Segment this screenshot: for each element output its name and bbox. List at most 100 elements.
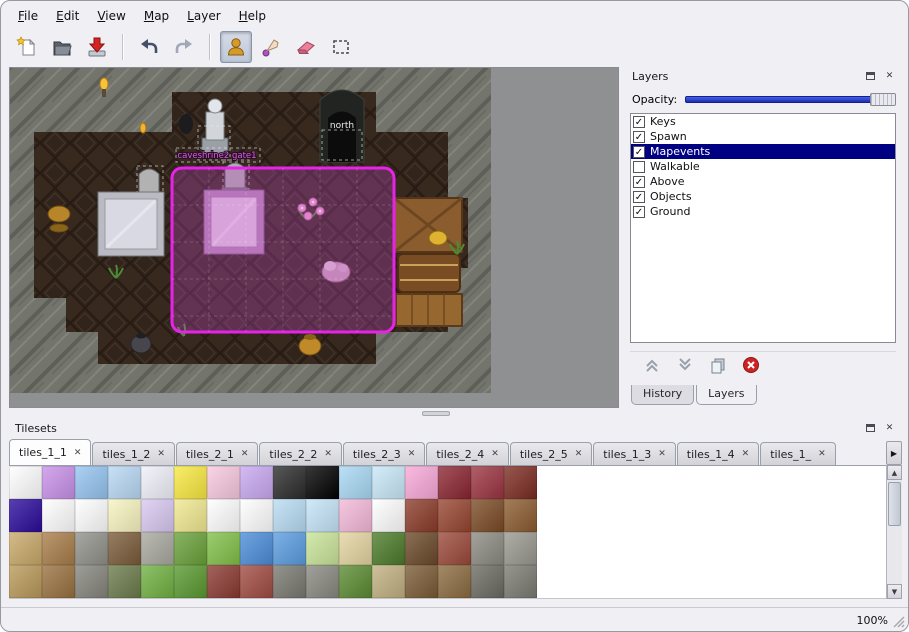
scroll-up-icon[interactable]: ▲ <box>887 465 902 480</box>
tab-close-icon[interactable]: ✕ <box>575 449 583 459</box>
tile-3-7[interactable] <box>240 565 273 598</box>
new-file-button[interactable] <box>11 31 43 63</box>
tile-1-6[interactable] <box>207 499 240 532</box>
save-button[interactable] <box>81 31 113 63</box>
opacity-slider-track[interactable] <box>685 96 894 103</box>
tile-1-8[interactable] <box>273 499 306 532</box>
tile-3-14[interactable] <box>471 565 504 598</box>
tile-3-3[interactable] <box>108 565 141 598</box>
tile-0-13[interactable] <box>438 466 471 499</box>
layer-visibility-checkbox[interactable]: ✓ <box>633 131 645 143</box>
tile-1-5[interactable] <box>174 499 207 532</box>
tile-1-2[interactable] <box>75 499 108 532</box>
paint-tool-button[interactable] <box>255 31 287 63</box>
tile-0-7[interactable] <box>240 466 273 499</box>
tile-2-11[interactable] <box>372 532 405 565</box>
tab-close-icon[interactable]: ✕ <box>324 449 332 459</box>
tile-2-4[interactable] <box>141 532 174 565</box>
tileset-tab-tiles_1_1[interactable]: tiles_1_1✕ <box>9 439 91 465</box>
tile-1-1[interactable] <box>42 499 75 532</box>
tile-2-7[interactable] <box>240 532 273 565</box>
tileset-tab-tiles_2_2[interactable]: tiles_2_2✕ <box>259 442 341 465</box>
menu-item-view[interactable]: View <box>88 6 134 26</box>
layer-row-keys[interactable]: ✓Keys <box>631 114 895 129</box>
tile-1-7[interactable] <box>240 499 273 532</box>
splitter-grip[interactable] <box>422 411 450 416</box>
layer-visibility-checkbox[interactable]: ✓ <box>633 146 645 158</box>
tab-scroll-right-icon[interactable]: ▶ <box>886 441 902 465</box>
tile-2-9[interactable] <box>306 532 339 565</box>
tile-2-5[interactable] <box>174 532 207 565</box>
tileset-tab-tiles_2_4[interactable]: tiles_2_4✕ <box>426 442 508 465</box>
eraser-tool-button[interactable] <box>290 31 322 63</box>
tile-2-15[interactable] <box>504 532 537 565</box>
tab-close-icon[interactable]: ✕ <box>818 449 826 459</box>
tile-0-1[interactable] <box>42 466 75 499</box>
tileset-tab-tiles_1_4[interactable]: tiles_1_4✕ <box>677 442 759 465</box>
stamp-tool-button[interactable] <box>220 31 252 63</box>
tile-3-15[interactable] <box>504 565 537 598</box>
tile-2-13[interactable] <box>438 532 471 565</box>
tab-close-icon[interactable]: ✕ <box>491 449 499 459</box>
layer-visibility-checkbox[interactable]: ✓ <box>633 116 645 128</box>
tile-1-10[interactable] <box>339 499 372 532</box>
tile-0-8[interactable] <box>273 466 306 499</box>
open-file-button[interactable] <box>46 31 78 63</box>
tab-close-icon[interactable]: ✕ <box>658 449 666 459</box>
scroll-thumb[interactable] <box>888 482 901 526</box>
tile-2-14[interactable] <box>471 532 504 565</box>
tile-0-15[interactable] <box>504 466 537 499</box>
tab-close-icon[interactable]: ✕ <box>241 449 249 459</box>
undo-button[interactable] <box>133 31 165 63</box>
layer-visibility-checkbox[interactable] <box>633 161 645 173</box>
layer-visibility-checkbox[interactable]: ✓ <box>633 191 645 203</box>
tile-3-1[interactable] <box>42 565 75 598</box>
tile-1-14[interactable] <box>471 499 504 532</box>
menu-item-map[interactable]: Map <box>135 6 178 26</box>
tile-1-0[interactable] <box>9 499 42 532</box>
tileset-scrollbar[interactable]: ▲ ▼ <box>886 465 902 599</box>
tile-2-10[interactable] <box>339 532 372 565</box>
tile-1-15[interactable] <box>504 499 537 532</box>
float-panel-icon[interactable] <box>864 70 877 83</box>
close-panel-icon[interactable]: ✕ <box>883 422 896 435</box>
map-selection[interactable] <box>172 168 394 332</box>
tile-2-1[interactable] <box>42 532 75 565</box>
tileset-content[interactable] <box>9 465 902 599</box>
tile-1-9[interactable] <box>306 499 339 532</box>
tile-3-9[interactable] <box>306 565 339 598</box>
menu-item-file[interactable]: File <box>9 6 47 26</box>
tile-3-4[interactable] <box>141 565 174 598</box>
redo-button[interactable] <box>168 31 200 63</box>
duplicate-layer-button[interactable] <box>708 355 728 375</box>
menu-item-edit[interactable]: Edit <box>47 6 88 26</box>
tile-0-10[interactable] <box>339 466 372 499</box>
layer-visibility-checkbox[interactable]: ✓ <box>633 176 645 188</box>
layer-row-objects[interactable]: ✓Objects <box>631 189 895 204</box>
tile-2-0[interactable] <box>9 532 42 565</box>
tile-0-4[interactable] <box>141 466 174 499</box>
tab-close-icon[interactable]: ✕ <box>742 449 750 459</box>
tab-history[interactable]: History <box>631 385 694 405</box>
scroll-down-icon[interactable]: ▼ <box>887 584 902 599</box>
horizontal-splitter[interactable] <box>1 409 909 418</box>
tile-0-6[interactable] <box>207 466 240 499</box>
tab-close-icon[interactable]: ✕ <box>74 448 82 458</box>
opacity-slider[interactable] <box>685 92 896 107</box>
tile-3-5[interactable] <box>174 565 207 598</box>
menu-item-help[interactable]: Help <box>230 6 275 26</box>
select-tool-button[interactable] <box>325 31 357 63</box>
tile-0-9[interactable] <box>306 466 339 499</box>
tile-0-2[interactable] <box>75 466 108 499</box>
tile-3-8[interactable] <box>273 565 306 598</box>
tile-3-12[interactable] <box>405 565 438 598</box>
tile-3-13[interactable] <box>438 565 471 598</box>
tile-2-2[interactable] <box>75 532 108 565</box>
tile-0-14[interactable] <box>471 466 504 499</box>
map-canvas[interactable]: north caveshrine2 gate1 <box>9 67 619 408</box>
tileset-tab-tiles_2_1[interactable]: tiles_2_1✕ <box>176 442 258 465</box>
layer-row-above[interactable]: ✓Above <box>631 174 895 189</box>
layer-visibility-checkbox[interactable]: ✓ <box>633 206 645 218</box>
layer-row-spawn[interactable]: ✓Spawn <box>631 129 895 144</box>
tile-3-11[interactable] <box>372 565 405 598</box>
